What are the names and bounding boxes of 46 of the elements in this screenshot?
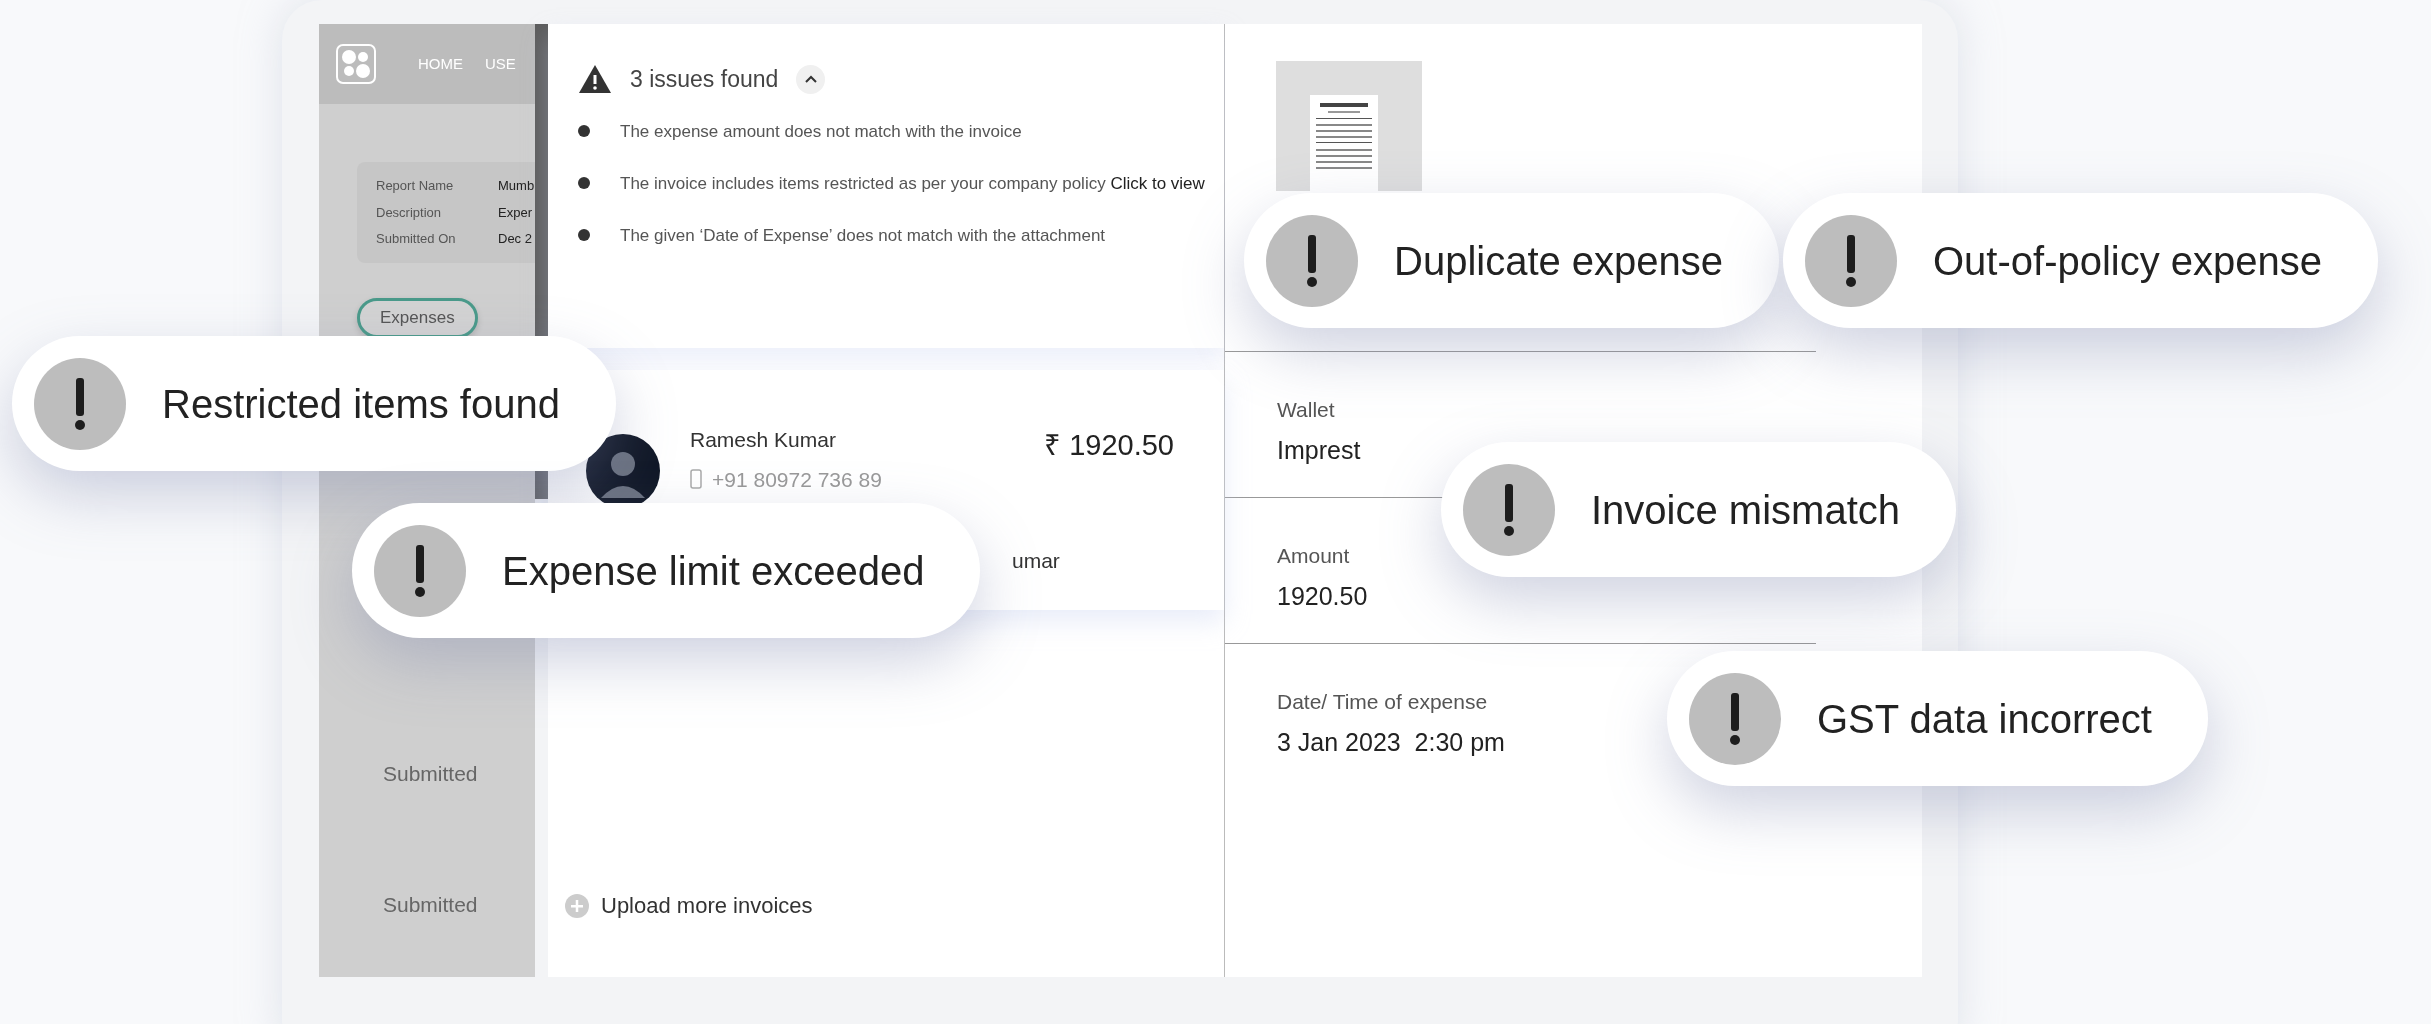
approver-name: umar — [1012, 548, 1060, 574]
logo-icon — [336, 44, 376, 84]
claim-amount: ₹ 1920.50 — [1044, 428, 1174, 463]
alert-label: Expense limit exceeded — [502, 547, 925, 595]
bullet-icon — [578, 176, 590, 189]
exclamation-icon — [1266, 214, 1358, 307]
info-label: Report Name — [376, 177, 455, 195]
exclamation-icon — [1463, 463, 1555, 556]
chevron-icon — [803, 74, 818, 85]
info-label: Submitted On — [376, 230, 457, 248]
add-icon — [565, 893, 589, 918]
issue-text: The invoice includes items restricted as per your company policy Click to view — [620, 172, 1206, 195]
phone-icon — [690, 469, 702, 490]
detail-value: 3 Jan 2023 2:30 pm — [1277, 726, 1506, 758]
bullet-icon — [578, 228, 590, 241]
collapse-button[interactable] — [796, 64, 826, 94]
exclamation-icon — [1805, 214, 1897, 307]
detail-label: Wallet — [1277, 397, 1336, 423]
alert-label: GST data incorrect — [1817, 695, 2152, 743]
issue-text: The expense amount does not match with the invoice — [620, 120, 1023, 143]
exclamation-icon — [1689, 672, 1781, 765]
tab[interactable]: Expenses — [357, 297, 478, 338]
alert-label: Invoice mismatch — [1591, 486, 1900, 534]
info-label: Description — [376, 203, 443, 222]
status-label: Submitted — [383, 892, 479, 918]
info-value: Mumb — [498, 177, 535, 195]
bullet-icon — [578, 124, 590, 137]
exclamation-icon — [374, 524, 466, 617]
detail-value: 1920.50 — [1277, 580, 1369, 612]
alert-label: Restricted items found — [162, 380, 560, 428]
detail-value: Imprest — [1277, 434, 1362, 466]
info-value: Exper — [498, 203, 532, 222]
upload-button[interactable]: Upload more invoices — [601, 889, 813, 922]
info-value: Dec 2 — [498, 230, 532, 248]
exclamation-icon — [34, 357, 126, 450]
detail-label: Date/ Time of expense — [1277, 689, 1489, 715]
issues-title: 3 issues found — [630, 65, 779, 94]
status-label: Submitted — [383, 760, 479, 787]
phone-number: +91 80972 736 89 — [712, 466, 882, 493]
warning-icon — [578, 64, 612, 95]
claimant-name: Ramesh Kumar — [690, 427, 837, 453]
view-link[interactable]: Click to view — [1110, 173, 1205, 193]
alert-label: Duplicate expense — [1394, 237, 1724, 285]
alert-label: Out-of-policy expense — [1933, 237, 2323, 285]
detail-label: Amount — [1277, 543, 1351, 569]
issue-text: The given ‘Date of Expense’ does not match with the attachment — [620, 224, 1107, 247]
